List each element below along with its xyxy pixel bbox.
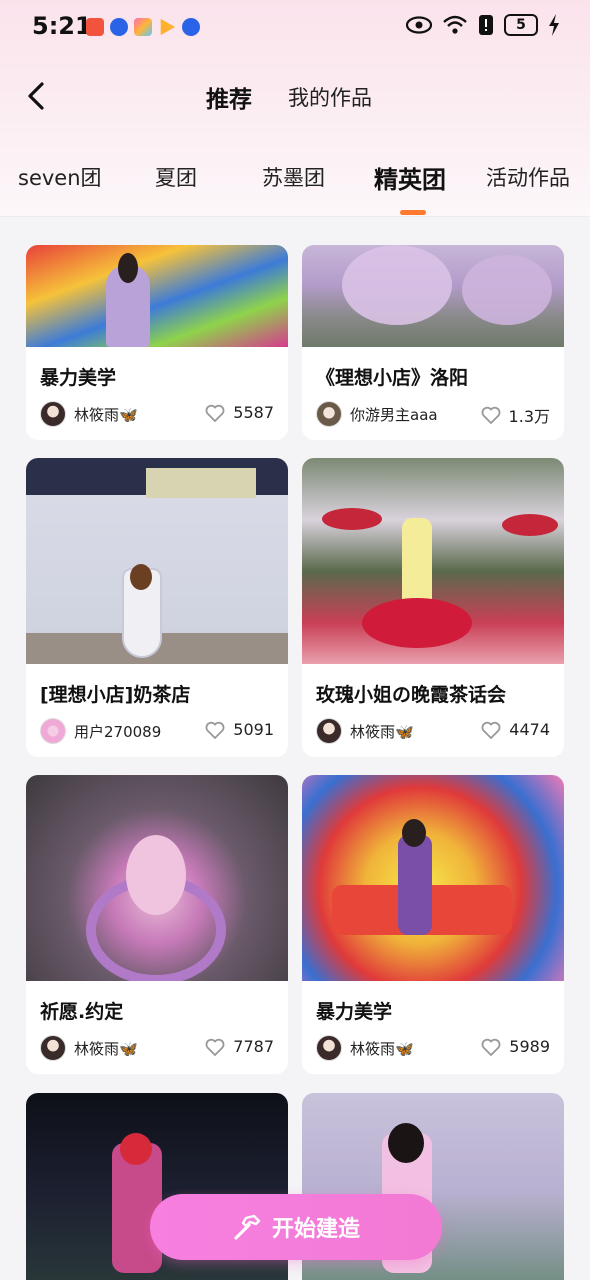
- work-author[interactable]: 用户270089: [40, 718, 161, 744]
- work-title: 祈愿.约定: [40, 1001, 124, 1023]
- avatar: [316, 401, 342, 427]
- work-author[interactable]: 林筱雨🦋: [316, 1035, 414, 1061]
- category-tab-xia[interactable]: 夏团: [155, 162, 197, 192]
- like-count: 1.3万: [508, 407, 550, 426]
- avatar: [316, 718, 342, 744]
- like-count: 4474: [509, 720, 550, 739]
- avatar: [316, 1035, 342, 1061]
- like-button[interactable]: 5091: [205, 720, 274, 739]
- work-card[interactable]: 暴力美学 林筱雨🦋 5587: [26, 245, 288, 440]
- author-name: 林筱雨🦋: [350, 722, 414, 741]
- like-count: 5587: [233, 403, 274, 422]
- avatar: [40, 718, 66, 744]
- work-author[interactable]: 林筱雨🦋: [40, 401, 138, 427]
- heart-icon: [205, 404, 225, 422]
- work-card[interactable]: 暴力美学 林筱雨🦋 5989: [302, 775, 564, 1074]
- author-name: 林筱雨🦋: [350, 1039, 414, 1058]
- works-grid: 暴力美学 林筱雨🦋 5587 《理想小店》洛阳 你游男主aaa 1.3万 [理想…: [0, 217, 590, 1280]
- eye-icon: [406, 16, 432, 34]
- heart-icon: [205, 1038, 225, 1056]
- video-app-icon: [86, 18, 104, 36]
- hammer-icon: [234, 1214, 261, 1240]
- chat-app-icon: [110, 18, 128, 36]
- active-tab-indicator: [400, 210, 426, 215]
- chat-app-icon-2: [182, 18, 200, 36]
- author-name: 用户270089: [74, 722, 162, 741]
- heart-icon: [481, 406, 500, 424]
- work-title: 暴力美学: [40, 367, 117, 389]
- start-building-button[interactable]: 开始建造: [150, 1194, 442, 1260]
- charging-icon: [549, 14, 559, 36]
- status-bar: 5:21 5: [0, 0, 590, 56]
- author-name: 你游男主aaa: [350, 405, 438, 424]
- work-card[interactable]: 《理想小店》洛阳 你游男主aaa 1.3万: [302, 245, 564, 440]
- work-title: 暴力美学: [316, 1001, 393, 1023]
- work-thumbnail[interactable]: [26, 458, 288, 664]
- heart-icon: [481, 1038, 501, 1056]
- work-thumbnail[interactable]: [26, 775, 288, 981]
- tab-recommended[interactable]: 推荐: [206, 80, 252, 114]
- category-tab-activity[interactable]: 活动作品: [486, 162, 570, 192]
- work-thumbnail[interactable]: [302, 245, 564, 347]
- sim-alert-icon: [479, 15, 493, 35]
- like-button[interactable]: 5989: [481, 1037, 550, 1056]
- like-count: 5989: [509, 1037, 550, 1056]
- category-tab-sumo[interactable]: 苏墨团: [262, 162, 325, 192]
- work-title: 玫瑰小姐の晚霞茶话会: [316, 684, 507, 706]
- like-button[interactable]: 5587: [205, 403, 274, 422]
- back-icon[interactable]: [20, 76, 60, 116]
- work-author[interactable]: 你游男主aaa: [316, 401, 438, 427]
- heart-icon: [481, 721, 501, 739]
- category-tab-elite[interactable]: 精英团: [374, 160, 446, 195]
- status-time: 5:21: [32, 12, 92, 40]
- like-count: 7787: [233, 1037, 274, 1056]
- notification-icons: [86, 18, 200, 36]
- avatar: [40, 401, 66, 427]
- author-name: 林筱雨🦋: [74, 405, 138, 424]
- work-title: [理想小店]奶茶店: [40, 684, 191, 706]
- like-button[interactable]: 7787: [205, 1037, 274, 1056]
- work-card[interactable]: [理想小店]奶茶店 用户270089 5091: [26, 458, 288, 757]
- battery-indicator: 5: [504, 14, 538, 36]
- work-card[interactable]: 玫瑰小姐の晚霞茶话会 林筱雨🦋 4474: [302, 458, 564, 757]
- work-title: 《理想小店》洛阳: [316, 367, 469, 389]
- start-building-label: 开始建造: [271, 1217, 360, 1242]
- work-author[interactable]: 林筱雨🦋: [316, 718, 414, 744]
- category-tabs: seven团 夏团 苏墨团 精英团 活动作品: [0, 150, 590, 216]
- wifi-icon: [443, 15, 467, 34]
- play-app-icon: [160, 18, 176, 36]
- work-thumbnail[interactable]: [26, 245, 288, 347]
- category-tab-seven[interactable]: seven团: [18, 162, 102, 192]
- top-nav: 推荐 我的作品: [0, 64, 590, 128]
- heart-icon: [205, 721, 225, 739]
- work-card[interactable]: 祈愿.约定 林筱雨🦋 7787: [26, 775, 288, 1074]
- status-indicators: 5: [406, 14, 560, 36]
- like-count: 5091: [233, 720, 274, 739]
- like-button[interactable]: 1.3万: [481, 403, 550, 427]
- tab-my-works[interactable]: 我的作品: [288, 82, 372, 112]
- like-button[interactable]: 4474: [481, 720, 550, 739]
- author-name: 林筱雨🦋: [74, 1039, 138, 1058]
- work-author[interactable]: 林筱雨🦋: [40, 1035, 138, 1061]
- store-app-icon: [134, 18, 152, 36]
- avatar: [40, 1035, 66, 1061]
- work-thumbnail[interactable]: [302, 775, 564, 981]
- work-thumbnail[interactable]: [302, 458, 564, 664]
